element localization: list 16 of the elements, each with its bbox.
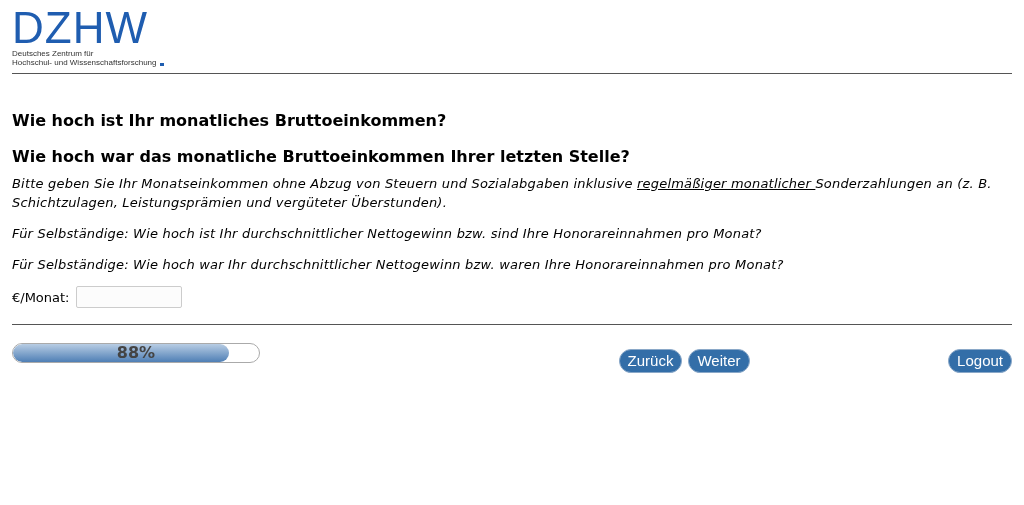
note-text: Für Selbständige: Wie hoch war Ihr durchschnittlicher Nettogewinn bzw. waren Ihre Honorareinnahmen pro Monat? — [12, 256, 785, 274]
logo-subtitle: Hochschul- und Wissenschaftsforschung — [12, 58, 157, 67]
note-text: Für Selbständige: Wie hoch ist Ihr durchschnittlicher Nettogewinn bzw. sind Ihre Honorareinnahmen pro Monat? — [12, 225, 763, 243]
income-input-field[interactable] — [75, 286, 182, 308]
logout-button[interactable]: Logout — [948, 349, 1012, 373]
definition-link[interactable]: regelmäßiger monatlicher — [637, 176, 816, 191]
question-title: Wie hoch war das monatliche Bruttoeinkommen Ihrer letzten Stelle? — [12, 146, 631, 168]
nav-button[interactable]: Weiter — [688, 349, 750, 373]
logo-wordmark: DZHW — [12, 10, 149, 46]
progress-reading: 88% — [115, 344, 157, 362]
question-title: Wie hoch ist Ihr monatliches Bruttoeinkommen? — [12, 110, 448, 132]
nav-button[interactable]: Zurück — [618, 349, 683, 373]
instruction-text: Bitte geben Sie Ihr Monatseinkommen ohne Abzug von Steuern und Sozialabgaben inklusive regelmäßiger monatlicher Sonderzahlungen an (z. B. Schichtzulagen, Leistungsprämien und vergüteter Überstunden). — [12, 175, 993, 212]
logo-square-icon — [159, 63, 164, 66]
logo-subtitle: Deutsches Zentrum für — [12, 49, 95, 58]
field-label: €/Monat: — [12, 289, 70, 305]
